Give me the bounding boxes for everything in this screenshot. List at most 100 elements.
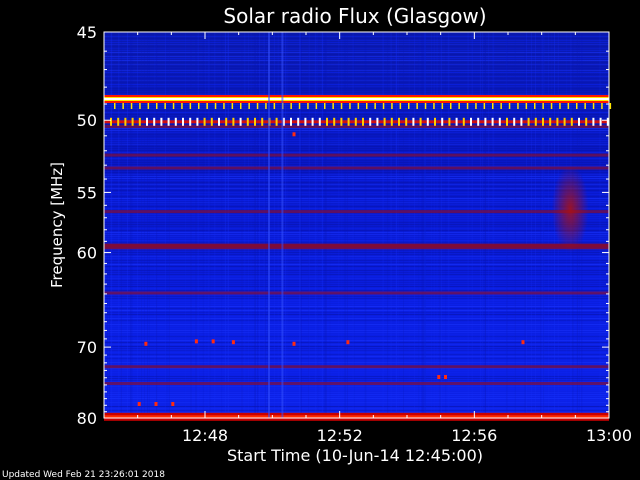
- noise-column: [325, 32, 327, 418]
- noise-line: [104, 394, 609, 395]
- band-pulse: [332, 103, 334, 109]
- band-pulse: [182, 117, 184, 126]
- noise-line: [104, 104, 609, 105]
- moderate-band: [104, 291, 609, 295]
- noise-column: [488, 32, 490, 418]
- noise-line: [104, 290, 609, 291]
- band-pulse: [130, 103, 133, 109]
- noise-column: [493, 32, 495, 418]
- noise-line: [104, 228, 609, 229]
- noise-column: [344, 32, 346, 418]
- noise-line: [104, 322, 609, 323]
- noise-line: [104, 86, 609, 87]
- noise-column: [524, 32, 526, 418]
- hotspot-region: [551, 165, 589, 253]
- band-pulse: [455, 117, 458, 126]
- moderate-band: [104, 166, 609, 170]
- noise-column: [277, 32, 279, 418]
- band-pulse: [592, 103, 595, 109]
- noise-column: [323, 32, 325, 418]
- noise-line: [104, 130, 609, 131]
- band-pulse: [210, 117, 213, 126]
- noise-column: [137, 32, 138, 418]
- noise-column: [169, 32, 170, 418]
- noise-column: [207, 32, 209, 418]
- noise-column: [250, 32, 252, 418]
- noise-column: [322, 32, 324, 418]
- noise-line: [104, 110, 609, 111]
- band-pulse: [391, 103, 393, 109]
- moderate-band: [104, 210, 609, 214]
- vertical-feature: [268, 32, 270, 418]
- noise-line: [104, 238, 609, 239]
- noise-line: [104, 298, 609, 299]
- noise-line: [104, 232, 609, 233]
- moderate-band: [104, 365, 609, 369]
- band-pulse: [290, 103, 292, 109]
- band-pulse: [441, 103, 444, 109]
- noise-line: [104, 252, 609, 253]
- speckle: [444, 375, 447, 379]
- band-pulse: [491, 117, 494, 126]
- noise-line: [104, 266, 609, 267]
- noise-line: [104, 192, 609, 193]
- noise-column: [436, 32, 438, 418]
- band-pulse: [362, 117, 364, 126]
- noise-column: [300, 32, 302, 418]
- noise-line: [104, 144, 609, 145]
- noise-line: [104, 196, 609, 197]
- noise-line: [104, 302, 609, 303]
- band-pulse: [254, 117, 256, 126]
- speckle: [137, 402, 141, 406]
- y-tick-label: 55: [77, 183, 97, 202]
- noise-line: [104, 374, 609, 375]
- moderate-band: [104, 153, 609, 157]
- noise-line: [104, 200, 609, 201]
- noise-line: [104, 182, 609, 183]
- band-pulse: [153, 117, 156, 126]
- band-pulse: [506, 117, 508, 126]
- band-pulse: [567, 103, 570, 109]
- noise-line: [104, 392, 609, 393]
- noise-column: [227, 32, 229, 418]
- noise-line: [104, 60, 609, 61]
- noise-column: [492, 32, 493, 418]
- band-pulse: [408, 103, 410, 109]
- noise-column: [346, 32, 348, 418]
- noise-line: [104, 46, 609, 47]
- band-pulse: [534, 103, 536, 109]
- band-pulse: [609, 103, 612, 109]
- band-pulse: [146, 117, 148, 126]
- chart: Solar radio Flux (Glasgow) 455055607080 …: [2, 4, 632, 480]
- noise-line: [104, 312, 609, 313]
- noise-column: [286, 32, 288, 418]
- band-pulse: [399, 103, 402, 109]
- noise-line: [104, 284, 609, 285]
- x-tick-label: 12:52: [317, 426, 363, 445]
- band-pulse: [326, 117, 328, 126]
- noise-column: [540, 32, 542, 418]
- noise-line: [104, 44, 609, 45]
- noise-column: [390, 32, 392, 418]
- band-pulse: [534, 117, 537, 126]
- noise-line: [104, 140, 609, 141]
- noise-line: [104, 64, 609, 65]
- noise-column: [514, 32, 516, 418]
- band-pulse: [525, 103, 528, 109]
- band-pulse: [542, 117, 544, 126]
- noise-column: [431, 32, 433, 418]
- noise-column: [205, 32, 207, 418]
- moderate-band: [104, 243, 609, 250]
- noise-line: [104, 176, 609, 177]
- y-tick-label: 80: [77, 409, 97, 428]
- band-pulse: [174, 117, 177, 126]
- noise-line: [104, 202, 609, 203]
- noise-column: [387, 32, 389, 418]
- band-pulse: [424, 103, 427, 109]
- noise-line: [104, 388, 609, 389]
- noise-column: [263, 32, 265, 418]
- band-pulse: [599, 117, 602, 126]
- band-pulse: [369, 117, 372, 126]
- noise-line: [104, 170, 609, 171]
- band-pulse: [601, 103, 603, 109]
